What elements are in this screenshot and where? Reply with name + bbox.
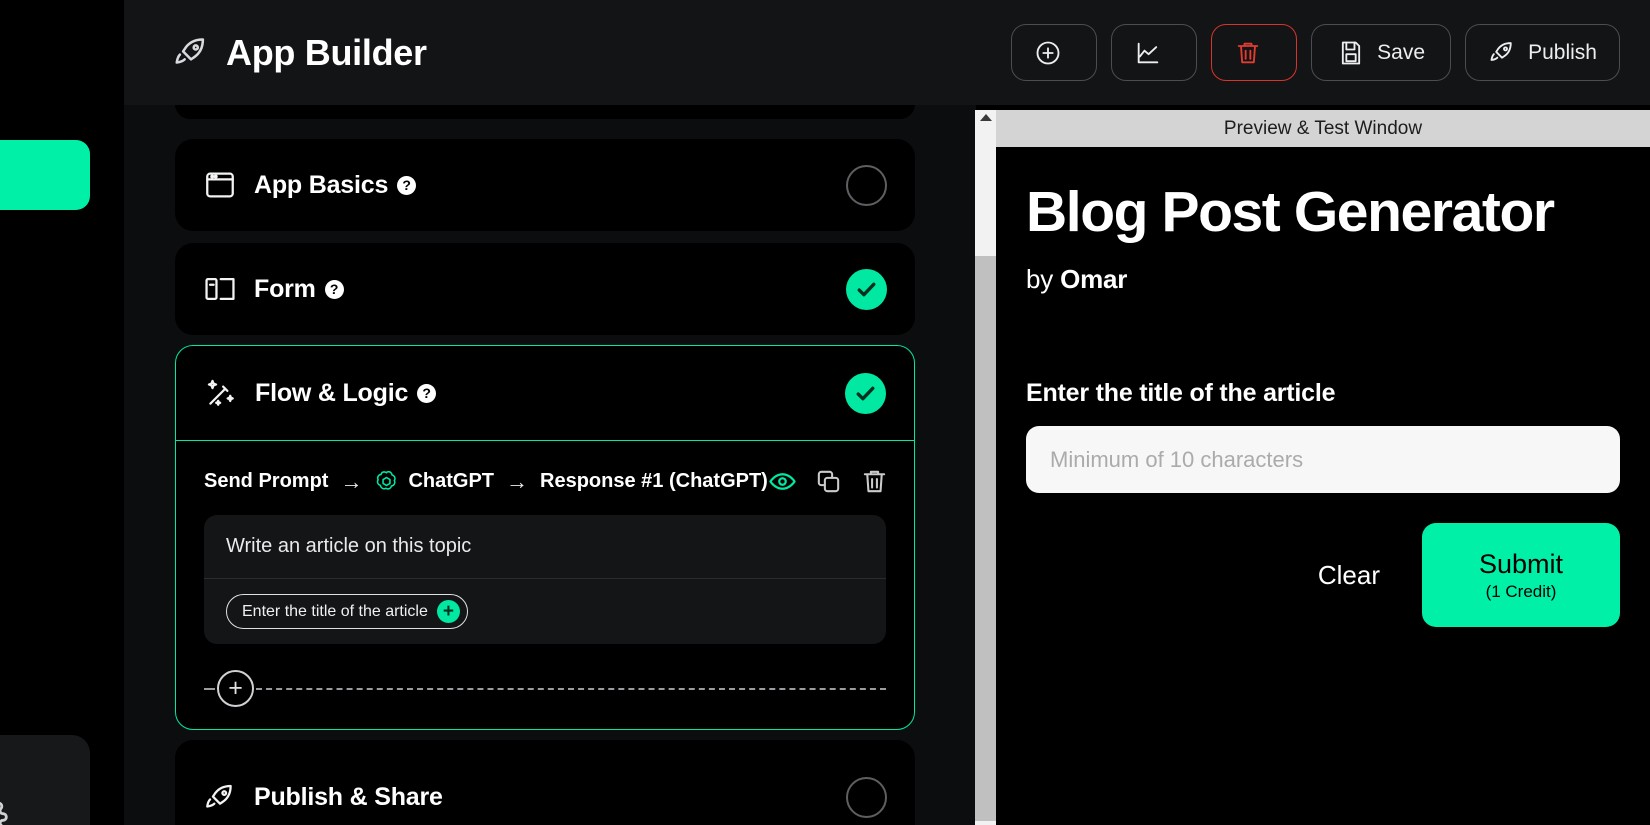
section-title: App Basics (254, 170, 389, 199)
section-card-app-basics[interactable]: App Basics ? (175, 139, 915, 231)
plus-circle-icon (1036, 41, 1060, 64)
section-title: Flow & Logic (255, 378, 409, 407)
flow-logic-header[interactable]: Flow & Logic ? (176, 346, 914, 441)
plus-icon[interactable]: + (436, 600, 460, 623)
prompt-variables: Enter the title of the article + (204, 579, 886, 644)
submit-label: Submit (1478, 548, 1564, 579)
trash-icon (1237, 42, 1259, 63)
flow-step-row: Send Prompt → ChatGPT → Response #1 (Cha… (204, 467, 886, 496)
magic-wand-icon (207, 379, 234, 406)
form-layout-icon (205, 277, 235, 301)
preview-app-title: Blog Post Generator (1026, 180, 1555, 244)
rocket-icon (175, 37, 205, 64)
save-icon (1342, 41, 1361, 64)
rocket-icon (1490, 41, 1512, 61)
save-button-label: Save (1377, 40, 1426, 64)
trash-icon[interactable] (860, 467, 889, 496)
variable-chip[interactable]: Enter the title of the article + (226, 594, 468, 629)
flow-logic-body: Send Prompt → ChatGPT → Response #1 (Cha… (176, 441, 914, 707)
publish-button-label: Publish (1528, 40, 1597, 64)
gear-icon[interactable] (0, 797, 8, 825)
preview-actions: Clear Submit (1 Credit) (1026, 523, 1620, 628)
app-title-text: App Builder (226, 31, 427, 73)
sidebar-item-active[interactable] (0, 140, 90, 210)
submit-button[interactable]: Submit (1 Credit) (1422, 523, 1620, 628)
divider-left (204, 687, 215, 690)
flow-response-label: Response #1 (ChatGPT) (540, 470, 768, 492)
help-icon[interactable]: ? (397, 175, 417, 195)
top-bar: App Builder Save Publish (124, 0, 1650, 105)
add-step-row[interactable]: + (204, 670, 886, 707)
status-badge-incomplete (846, 164, 887, 206)
preview-scrollbar[interactable] (975, 110, 996, 825)
app-root: r.ai Library ons App Builder (0, 0, 1650, 825)
window-icon (206, 172, 234, 198)
builder-panel: App Basics ? Form ? Flow & Logic ? Send … (124, 105, 976, 825)
flow-model-label: ChatGPT (408, 470, 495, 492)
arrow-right-icon: → (340, 468, 363, 494)
status-badge-incomplete (846, 777, 887, 818)
prompt-box[interactable]: Write an article on this topic Enter the… (204, 515, 886, 644)
settings-panel[interactable] (0, 735, 90, 825)
flow-step-actions (768, 467, 889, 496)
scrollbar-thumb[interactable] (975, 256, 996, 821)
toolbar-actions: Save Publish (1011, 24, 1620, 81)
delete-button[interactable] (1211, 24, 1298, 81)
scroll-up-arrow-icon[interactable] (979, 114, 992, 121)
left-sidebar: r.ai Library ons (0, 0, 124, 825)
prompt-text[interactable]: Write an article on this topic (204, 515, 886, 579)
status-badge-complete (845, 372, 886, 414)
section-card-publish-share[interactable]: Publish & Share (175, 740, 915, 825)
preview-panel: Preview & Test Window Blog Post Generato… (996, 110, 1650, 825)
variable-chip-label: Enter the title of the article (242, 602, 428, 620)
section-card-partial (175, 105, 915, 119)
section-card-form[interactable]: Form ? (175, 243, 915, 335)
check-icon (856, 386, 875, 400)
article-title-input[interactable] (1026, 426, 1620, 494)
save-button[interactable]: Save (1311, 24, 1452, 81)
submit-credit-label: (1 Credit) (1485, 581, 1557, 601)
help-icon[interactable]: ? (417, 383, 437, 403)
page-title: App Builder (172, 32, 427, 74)
divider-right (256, 687, 886, 690)
help-icon[interactable]: ? (324, 279, 344, 299)
preview-header: Preview & Test Window (996, 110, 1650, 147)
copy-icon[interactable] (814, 467, 843, 496)
flow-step-label: Send Prompt (204, 470, 329, 492)
analytics-button[interactable] (1111, 24, 1198, 81)
line-chart-icon (1137, 42, 1159, 63)
section-title: Form (254, 274, 316, 303)
rocket-icon (206, 784, 232, 808)
add-step-button[interactable]: + (217, 670, 254, 707)
status-badge-complete (846, 268, 887, 310)
openai-icon (377, 470, 397, 490)
author-name: Omar (1060, 264, 1128, 295)
publish-button[interactable]: Publish (1465, 24, 1620, 81)
clear-button[interactable]: Clear (1276, 560, 1422, 591)
eye-icon[interactable] (768, 467, 797, 496)
section-title: Publish & Share (254, 783, 443, 811)
add-button[interactable] (1011, 24, 1098, 81)
author-prefix: by (1026, 264, 1054, 295)
preview-field-label: Enter the title of the article (1026, 379, 1336, 408)
section-card-flow-logic[interactable]: Flow & Logic ? Send Prompt → ChatGPT → R… (175, 345, 915, 730)
preview-body: Blog Post Generator by Omar Enter the ti… (996, 147, 1650, 628)
preview-author: by Omar (1026, 264, 1620, 295)
arrow-right-icon: → (506, 468, 529, 494)
check-icon (857, 282, 876, 296)
